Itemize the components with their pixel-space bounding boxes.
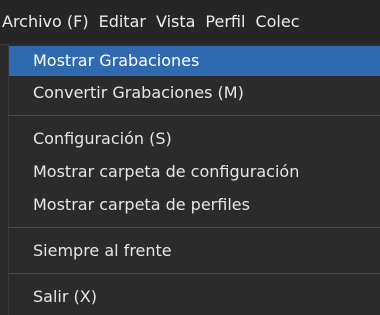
menu-separator [9,115,380,116]
menu-item-mostrar-grabaciones[interactable]: Mostrar Grabaciones [9,46,380,76]
menu-item-convertir-grabaciones[interactable]: Convertir Grabaciones (M) [9,76,380,109]
menu-separator [9,227,380,228]
archivo-dropdown-menu: Mostrar Grabaciones Convertir Grabacione… [8,44,380,315]
menu-item-siempre-al-frente[interactable]: Siempre al frente [9,234,380,267]
menu-perfil[interactable]: Perfil [200,0,250,44]
menu-editar[interactable]: Editar [94,0,151,44]
menu-archivo[interactable]: Archivo (F) [0,0,94,44]
menu-item-configuracion[interactable]: Configuración (S) [9,122,380,155]
menu-item-mostrar-carpeta-perfiles[interactable]: Mostrar carpeta de perfiles [9,188,380,221]
menu-separator [9,273,380,274]
menu-coleccion[interactable]: Colec [250,0,304,44]
menu-bar: Archivo (F) Editar Vista Perfil Colec [0,0,380,45]
menu-item-mostrar-carpeta-configuracion[interactable]: Mostrar carpeta de configuración [9,155,380,188]
menu-item-salir[interactable]: Salir (X) [9,280,380,313]
menu-vista[interactable]: Vista [151,0,200,44]
